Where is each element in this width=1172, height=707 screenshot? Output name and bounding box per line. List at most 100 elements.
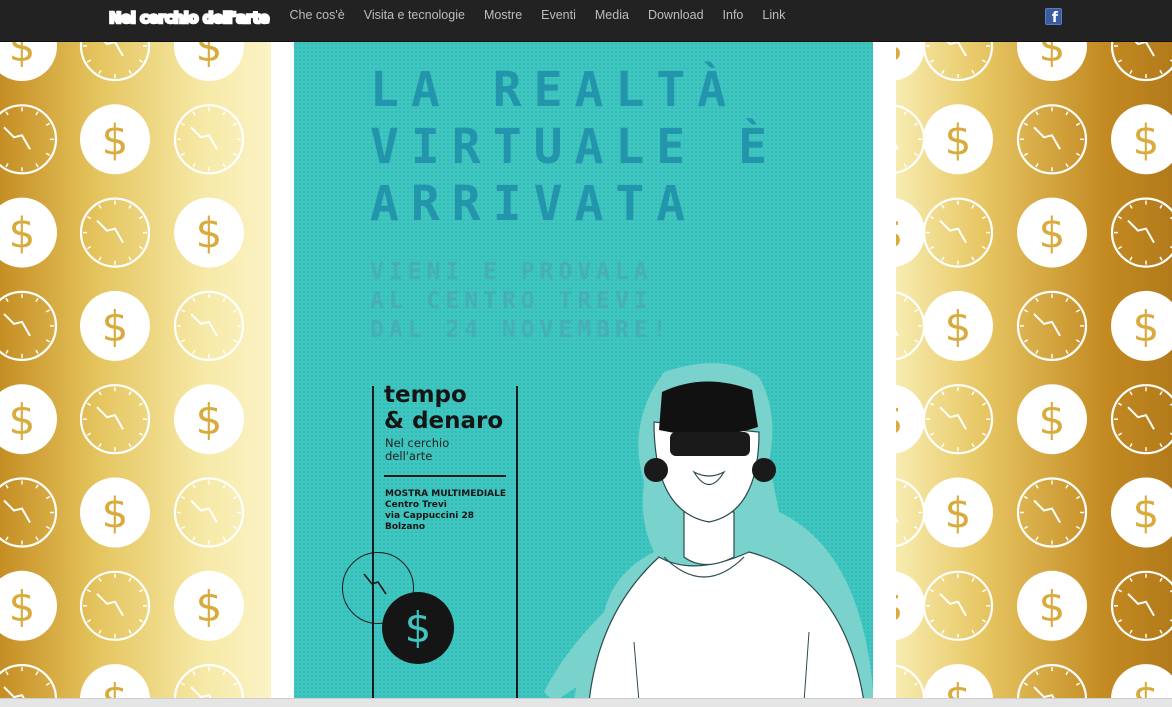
headline-line-2: VIRTUALE È <box>370 119 779 175</box>
svg-text:$: $ <box>1133 489 1160 538</box>
site-logo[interactable]: Nel cerchio dell'arte <box>108 8 271 29</box>
venue: Centro Trevi <box>385 500 447 510</box>
title-line-2: & denaro <box>384 408 504 434</box>
clock-and-dollar-pattern: $$$$$$$$$$$$$ <box>0 42 245 698</box>
dollar-coin-icon: $ <box>1111 290 1172 361</box>
subheadline-line-3: DAL 24 NOVEMBRE! <box>370 317 672 343</box>
svg-text:$: $ <box>945 115 972 164</box>
clock-icon <box>1110 384 1172 455</box>
svg-text:$: $ <box>1039 582 1066 631</box>
nav-item-info[interactable]: Info <box>713 0 753 32</box>
vr-headset-person-illustration <box>544 363 873 698</box>
dollar-coin-icon: $ <box>923 290 993 361</box>
clock-icon <box>173 477 245 548</box>
nav-item-che-cose[interactable]: Che cos'è <box>280 0 354 32</box>
dollar-coin-icon: $ <box>0 384 57 455</box>
svg-text:$: $ <box>9 395 36 444</box>
dollar-coin-icon: $ <box>1017 42 1087 81</box>
clock-icon <box>1016 664 1088 698</box>
clock-icon <box>79 570 151 641</box>
dollar-coin-icon: $ <box>80 104 150 175</box>
svg-text:$: $ <box>1133 675 1160 698</box>
nav-item-link[interactable]: Link <box>753 0 795 32</box>
svg-text:$: $ <box>945 302 972 351</box>
divider-vertical-right <box>516 386 518 698</box>
facebook-icon[interactable]: f <box>1045 8 1062 25</box>
divider-vertical-left <box>372 386 374 698</box>
svg-text:$: $ <box>896 395 903 444</box>
nav-item-visita-e-tecnologie[interactable]: Visita e tecnologie <box>354 0 474 32</box>
dollar-coin-icon: $ <box>174 42 244 81</box>
exhibit-type: MOSTRA MULTIMEDIALE <box>385 489 507 499</box>
poster-subtitle: Nel cerchio dell'arte <box>385 437 449 463</box>
svg-text:$: $ <box>102 489 129 538</box>
poster-headline: LA REALTÀ VIRTUALE È ARRIVATA <box>370 62 779 233</box>
svg-text:$: $ <box>196 209 223 258</box>
dollar-coin-icon: $ <box>80 290 150 361</box>
main-menu: Che cos'è Visita e tecnologie Mostre Eve… <box>280 0 795 32</box>
clock-icon <box>1110 42 1172 82</box>
svg-text:$: $ <box>1039 395 1066 444</box>
dollar-coin-icon: $ <box>0 197 57 268</box>
dollar-coin-icon: $ <box>896 42 925 81</box>
svg-text:$: $ <box>1039 42 1066 71</box>
divider-horizontal <box>384 475 506 477</box>
clock-icon <box>922 570 994 641</box>
clock-icon <box>1016 104 1088 175</box>
clock-icon <box>0 477 58 548</box>
svg-text:$: $ <box>102 675 129 698</box>
nav-item-eventi[interactable]: Eventi <box>532 0 586 32</box>
svg-text:$: $ <box>196 582 223 631</box>
clock-and-dollar-pattern: $$$$$$$$$$$$$$$$$$ <box>896 42 1172 698</box>
poster-subheadline: VIENI E PROVALA AL CENTRO TREVI DAL 24 N… <box>370 258 672 345</box>
headline-line-1: LA REALTÀ <box>370 62 739 118</box>
clock-icon <box>1110 570 1172 641</box>
dollar-coin-icon: $ <box>923 477 993 548</box>
svg-text:$: $ <box>945 675 972 698</box>
svg-text:$: $ <box>1133 115 1160 164</box>
exhibition-details: MOSTRA MULTIMEDIALE Centro Trevi via Cap… <box>385 489 506 533</box>
dollar-coin-icon: $ <box>1111 104 1172 175</box>
exhibition-poster[interactable]: LA REALTÀ VIRTUALE È ARRIVATA VIENI E PR… <box>294 42 873 698</box>
nav-item-download[interactable]: Download <box>638 0 713 32</box>
dollar-coin-icon: $ <box>80 477 150 548</box>
svg-text:$: $ <box>9 209 36 258</box>
dollar-coin-icon: $ <box>174 197 244 268</box>
horizontal-scrollbar[interactable] <box>0 698 1172 707</box>
nav-item-mostre[interactable]: Mostre <box>474 0 531 32</box>
poster-margin-right <box>873 42 896 698</box>
clock-icon <box>0 104 58 175</box>
clock-icon <box>1016 290 1088 361</box>
clock-icon <box>1016 477 1088 548</box>
dollar-coin-icon: $ <box>1111 477 1172 548</box>
clock-icon <box>896 664 926 698</box>
city: Bolzano <box>385 522 426 532</box>
clock-icon <box>79 384 151 455</box>
svg-text:$: $ <box>102 115 129 164</box>
svg-text:$: $ <box>896 209 903 258</box>
clock-icon <box>0 664 58 698</box>
clock-icon <box>896 477 926 548</box>
dollar-coin-icon: $ <box>1111 664 1172 698</box>
nav-item-media[interactable]: Media <box>585 0 638 32</box>
dollar-coin-icon: $ <box>174 384 244 455</box>
clock-icon <box>79 197 151 268</box>
dollar-coin-icon: $ <box>80 664 150 698</box>
dollar-coin-icon: $ <box>382 592 454 664</box>
dollar-coin-icon: $ <box>0 42 57 81</box>
clock-icon <box>173 290 245 361</box>
dollar-coin-icon: $ <box>1017 384 1087 455</box>
clock-icon <box>922 384 994 455</box>
dollar-coin-icon: $ <box>923 664 993 698</box>
clock-icon <box>1110 197 1172 268</box>
address: via Cappuccini 28 <box>385 511 475 521</box>
dollar-coin-icon: $ <box>174 570 244 641</box>
clock-icon <box>0 290 58 361</box>
subheadline-line-1: VIENI E PROVALA <box>370 259 653 285</box>
subtitle-line-2: dell'arte <box>385 449 433 463</box>
background-pattern-right: $$$$$$$$$$$$$$$$$$ <box>896 42 1172 698</box>
subheadline-line-2: AL CENTRO TREVI <box>370 288 653 314</box>
headline-line-3: ARRIVATA <box>370 176 698 232</box>
clock-icon <box>79 42 151 82</box>
dollar-coin-icon: $ <box>923 104 993 175</box>
